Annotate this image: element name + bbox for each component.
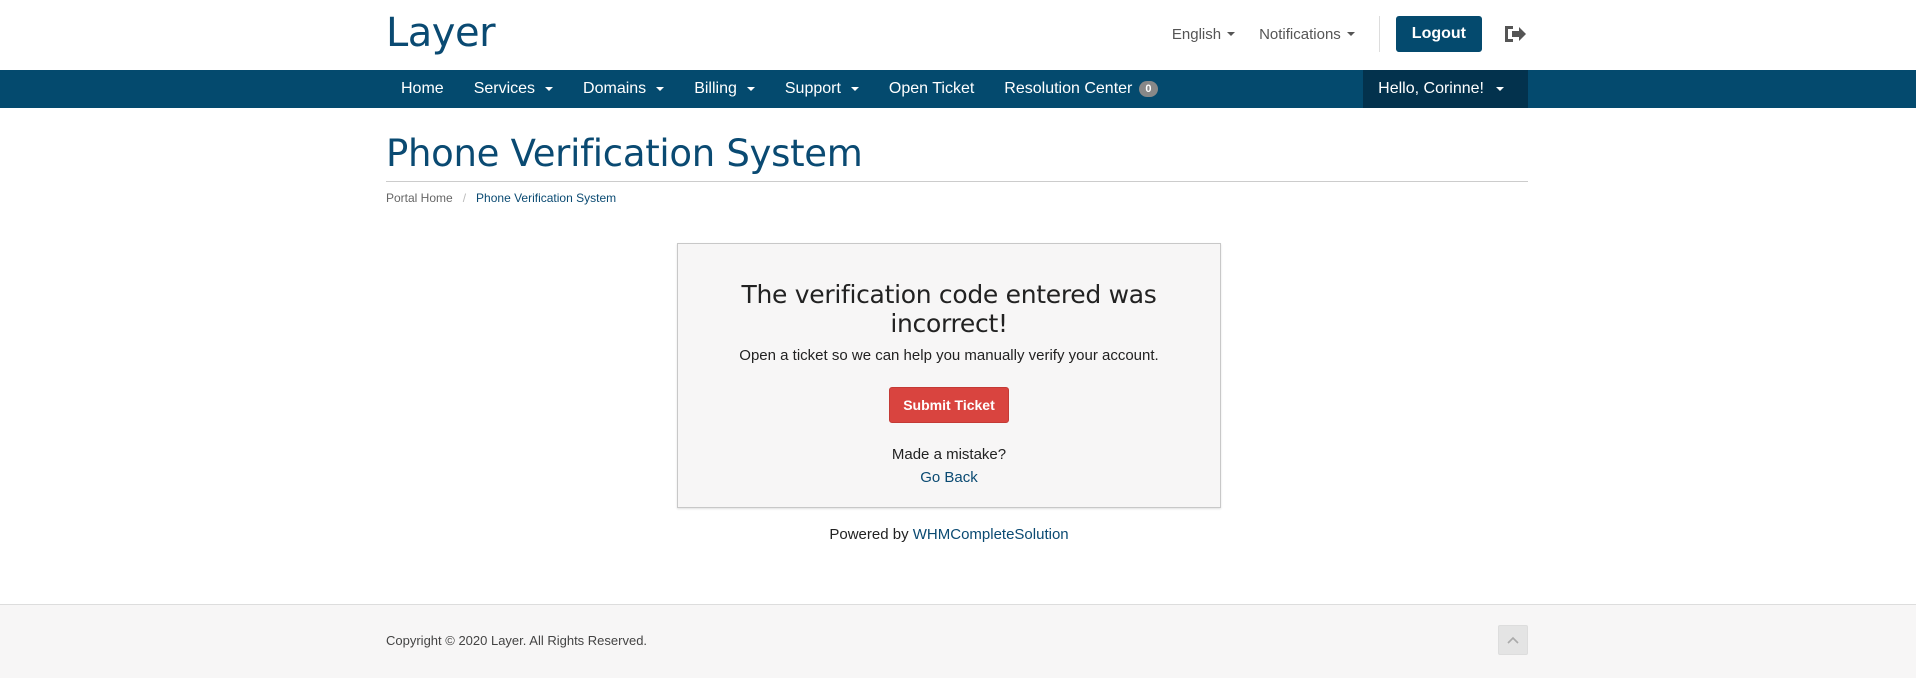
nav-domains[interactable]: Domains [568,70,679,108]
error-heading: The verification code entered was incorr… [741,280,1157,338]
error-description: Open a ticket so we can help you manuall… [739,347,1159,364]
whmcs-link[interactable]: WHMCompleteSolution [913,526,1069,543]
breadcrumb-separator: / [462,191,467,205]
breadcrumb-portal-home[interactable]: Portal Home [386,191,453,205]
nav-label: Open Ticket [888,80,975,97]
user-menu-dropdown[interactable]: Hello, Corinne! [1363,70,1528,108]
nav-services[interactable]: Services [459,70,568,108]
resolution-count-badge: 0 [1139,81,1158,97]
breadcrumb-current[interactable]: Phone Verification System [476,191,616,205]
nav-home[interactable]: Home [386,70,459,108]
submit-ticket-button[interactable]: Submit Ticket [889,387,1009,423]
main-nav: Home Services Domains Billing Support Op… [0,70,1916,108]
breadcrumb: Portal Home / Phone Verification System [386,191,1528,205]
powered-by-prefix: Powered by [829,526,909,543]
user-greeting: Hello, Corinne! [1378,80,1484,97]
nav-label: Services [473,80,536,97]
chevron-down-icon [1346,32,1355,36]
logout-button[interactable]: Logout [1395,16,1482,52]
nav-label: Billing [694,80,737,97]
verification-result-panel: The verification code entered was incorr… [677,243,1221,508]
header-divider [1378,16,1380,52]
nav-open-ticket[interactable]: Open Ticket [874,70,989,108]
nav-label: Resolution Center [1004,80,1133,97]
notifications-dropdown[interactable]: Notifications [1259,26,1355,43]
go-back-link[interactable]: Go Back [920,469,978,486]
chevron-up-icon [1507,636,1519,644]
chevron-down-icon [1496,87,1504,91]
top-header: Layer English Notifications Logout [0,0,1916,70]
nav-resolution-center[interactable]: Resolution Center 0 [989,70,1172,108]
language-label: English [1171,25,1222,43]
nav-support[interactable]: Support [770,70,874,108]
back-to-top-button[interactable] [1498,625,1528,655]
copyright-text: Copyright © 2020 Layer. All Rights Reser… [386,633,648,648]
chevron-down-icon [746,87,755,91]
powered-by: Powered by WHMCompleteSolution [378,526,1520,543]
notifications-label: Notifications [1259,25,1341,43]
page-title: Phone Verification System [386,132,1528,182]
header-actions: English Notifications Logout [1172,16,1528,52]
nav-label: Home [401,80,444,97]
main-content: Phone Verification System Portal Home / … [386,132,1528,543]
footer: Copyright © 2020 Layer. All Rights Reser… [0,604,1916,678]
site-logo[interactable]: Layer [386,10,496,56]
mistake-text: Made a mistake? [891,446,1007,463]
chevron-down-icon [545,87,554,91]
sign-out-icon[interactable] [1502,21,1528,47]
chevron-down-icon [1227,32,1236,36]
language-dropdown[interactable]: English [1171,25,1236,43]
chevron-down-icon [850,87,859,91]
nav-billing[interactable]: Billing [679,70,770,108]
nav-label: Domains [583,80,647,97]
chevron-down-icon [656,87,665,91]
nav-label: Support [784,80,841,97]
